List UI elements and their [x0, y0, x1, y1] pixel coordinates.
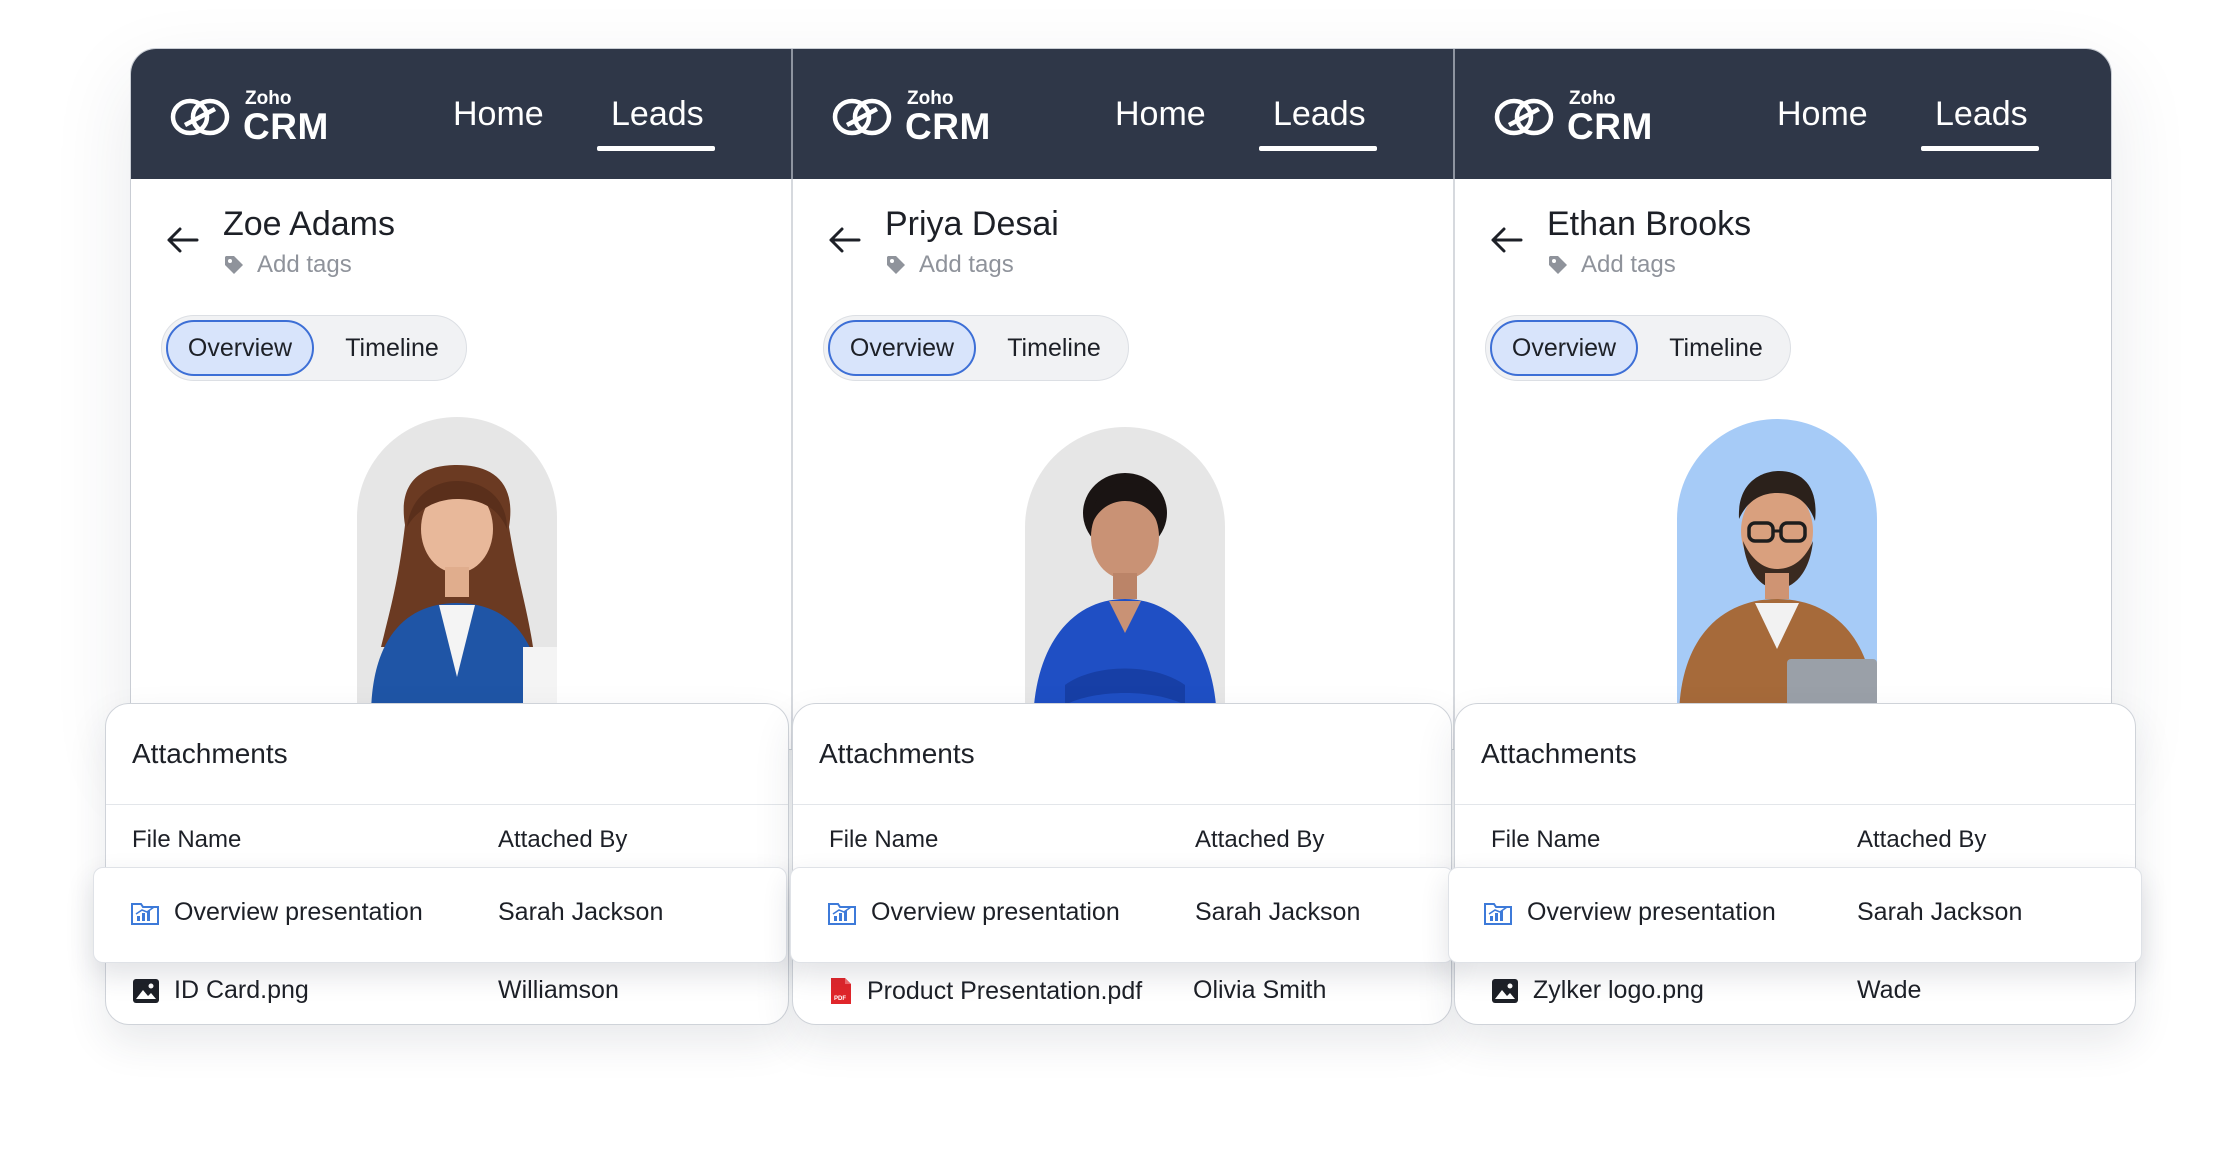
column-header-file-name: File Name: [132, 826, 242, 853]
crm-window: Zoho CRM Home Leads Zoe Adams Add tags O…: [130, 48, 2112, 750]
svg-text:PDF: PDF: [834, 996, 846, 1002]
add-tags-label: Add tags: [1581, 251, 1676, 278]
add-tags-label: Add tags: [919, 251, 1014, 278]
attachments-title: Attachments: [1481, 738, 1637, 769]
tag-icon: [225, 256, 243, 274]
nav-leads-link[interactable]: Leads: [611, 95, 704, 134]
add-tags-label: Add tags: [257, 251, 352, 278]
zoho-crm-logo[interactable]: Zoho CRM: [1493, 89, 1653, 145]
presentation-icon: [1484, 902, 1512, 925]
lead-name: Priya Desai: [885, 205, 1059, 243]
tab-timeline[interactable]: Timeline: [322, 320, 462, 376]
lead-name: Ethan Brooks: [1547, 205, 1752, 243]
logo-big-text: CRM: [243, 106, 329, 147]
column-header-file-name: File Name: [829, 826, 939, 853]
attachment-file-name: Zylker logo.png: [1533, 976, 1704, 1004]
highlighted-attachment-row-1[interactable]: Overview presentation Sarah Jackson: [93, 867, 787, 963]
nav-leads-link[interactable]: Leads: [1935, 95, 2028, 134]
nav-home-link[interactable]: Home: [1115, 95, 1206, 134]
attachments-title: Attachments: [819, 738, 975, 769]
tag-icon: [1549, 256, 1567, 274]
lead-panel-3: Zoho CRM Home Leads Ethan Brooks Add tag…: [1455, 49, 2111, 749]
attachment-file-link[interactable]: ID Card.png: [132, 976, 309, 1005]
attachment-file-name: Product Presentation.pdf: [867, 976, 1143, 1005]
view-tabs: Overview Timeline: [823, 315, 1129, 381]
lead-panel-1: Zoho CRM Home Leads Zoe Adams Add tags O…: [131, 49, 791, 749]
attachment-file-link[interactable]: Overview presentation: [1483, 898, 1776, 927]
lead-photo: [357, 417, 557, 717]
attachment-file-link[interactable]: PDF Product Presentation.pdf: [829, 976, 1142, 1006]
attachments-card-1: Attachments File Name Attached By ID Car…: [105, 703, 789, 1025]
tab-timeline[interactable]: Timeline: [1646, 320, 1786, 376]
person-avatar-icon: [371, 465, 557, 717]
image-icon: [1492, 978, 1518, 1003]
nav-home-link[interactable]: Home: [453, 95, 544, 134]
card-separator: [793, 804, 1451, 805]
add-tags-button[interactable]: Add tags: [1547, 251, 1676, 279]
attachments-card-2: Attachments File Name Attached By PDF Pr…: [792, 703, 1452, 1025]
pdf-icon: PDF: [831, 978, 851, 1004]
zoho-crm-logo[interactable]: Zoho CRM: [831, 89, 991, 145]
nav-active-underline: [1921, 146, 2039, 151]
lead-panel-2: Zoho CRM Home Leads Priya Desai Add tags…: [793, 49, 1453, 749]
attachment-attached-by: Sarah Jackson: [1195, 898, 1361, 926]
tab-overview[interactable]: Overview: [1490, 320, 1638, 376]
attachment-attached-by: Sarah Jackson: [1857, 898, 2023, 926]
presentation-icon: [131, 902, 159, 925]
column-header-attached-by: Attached By: [1857, 826, 1987, 853]
logo-big-text: CRM: [1567, 106, 1653, 147]
attachment-attached-by: Sarah Jackson: [498, 898, 664, 926]
nav-active-underline: [597, 146, 715, 151]
logo-big-text: CRM: [905, 106, 991, 147]
attachment-attached-by: Wade: [1857, 976, 1922, 1004]
nav-active-underline: [1259, 146, 1377, 151]
add-tags-button[interactable]: Add tags: [885, 251, 1014, 279]
attachment-file-name: ID Card.png: [174, 976, 309, 1004]
stage: Zoho CRM Home Leads Zoe Adams Add tags O…: [0, 0, 2228, 1172]
tag-icon: [887, 256, 905, 274]
view-tabs: Overview Timeline: [161, 315, 467, 381]
view-tabs: Overview Timeline: [1485, 315, 1791, 381]
column-header-file-name: File Name: [1491, 826, 1601, 853]
lead-photo: [1677, 419, 1877, 719]
add-tags-button[interactable]: Add tags: [223, 251, 352, 279]
zoho-rings-icon: [1494, 98, 1554, 136]
highlighted-attachment-row-3[interactable]: Overview presentation Sarah Jackson: [1448, 867, 2142, 963]
tab-overview[interactable]: Overview: [166, 320, 314, 376]
lead-photo: [1025, 427, 1225, 727]
card-separator: [106, 804, 788, 805]
card-separator: [1455, 804, 2135, 805]
nav-leads-link[interactable]: Leads: [1273, 95, 1366, 134]
zoho-crm-logo[interactable]: Zoho CRM: [169, 89, 329, 145]
attachments-card-3: Attachments File Name Attached By Zylker…: [1454, 703, 2136, 1025]
attachments-title: Attachments: [132, 738, 288, 769]
attachment-file-name: Overview presentation: [174, 898, 423, 926]
image-icon: [133, 978, 159, 1003]
zoho-rings-icon: [832, 98, 892, 136]
attachment-attached-by: Olivia Smith: [1193, 976, 1327, 1004]
highlighted-attachment-row-2[interactable]: Overview presentation Sarah Jackson: [790, 867, 1454, 963]
attachment-file-name: Overview presentation: [1527, 898, 1776, 926]
person-avatar-icon: [1033, 473, 1217, 727]
person-avatar-icon: [1679, 471, 1877, 719]
attachment-attached-by: Williamson: [498, 976, 619, 1004]
presentation-icon: [828, 902, 856, 925]
tab-overview[interactable]: Overview: [828, 320, 976, 376]
column-header-attached-by: Attached By: [498, 826, 628, 853]
attachment-file-link[interactable]: Overview presentation: [130, 898, 423, 927]
back-arrow-icon[interactable]: [165, 225, 199, 255]
back-arrow-icon[interactable]: [1489, 225, 1523, 255]
attachment-file-name: Overview presentation: [871, 898, 1120, 926]
back-arrow-icon[interactable]: [827, 225, 861, 255]
zoho-rings-icon: [170, 98, 230, 136]
attachment-file-link[interactable]: Overview presentation: [827, 898, 1120, 927]
tab-timeline[interactable]: Timeline: [984, 320, 1124, 376]
column-header-attached-by: Attached By: [1195, 826, 1325, 853]
nav-home-link[interactable]: Home: [1777, 95, 1868, 134]
attachment-file-link[interactable]: Zylker logo.png: [1491, 976, 1704, 1005]
lead-name: Zoe Adams: [223, 205, 395, 243]
